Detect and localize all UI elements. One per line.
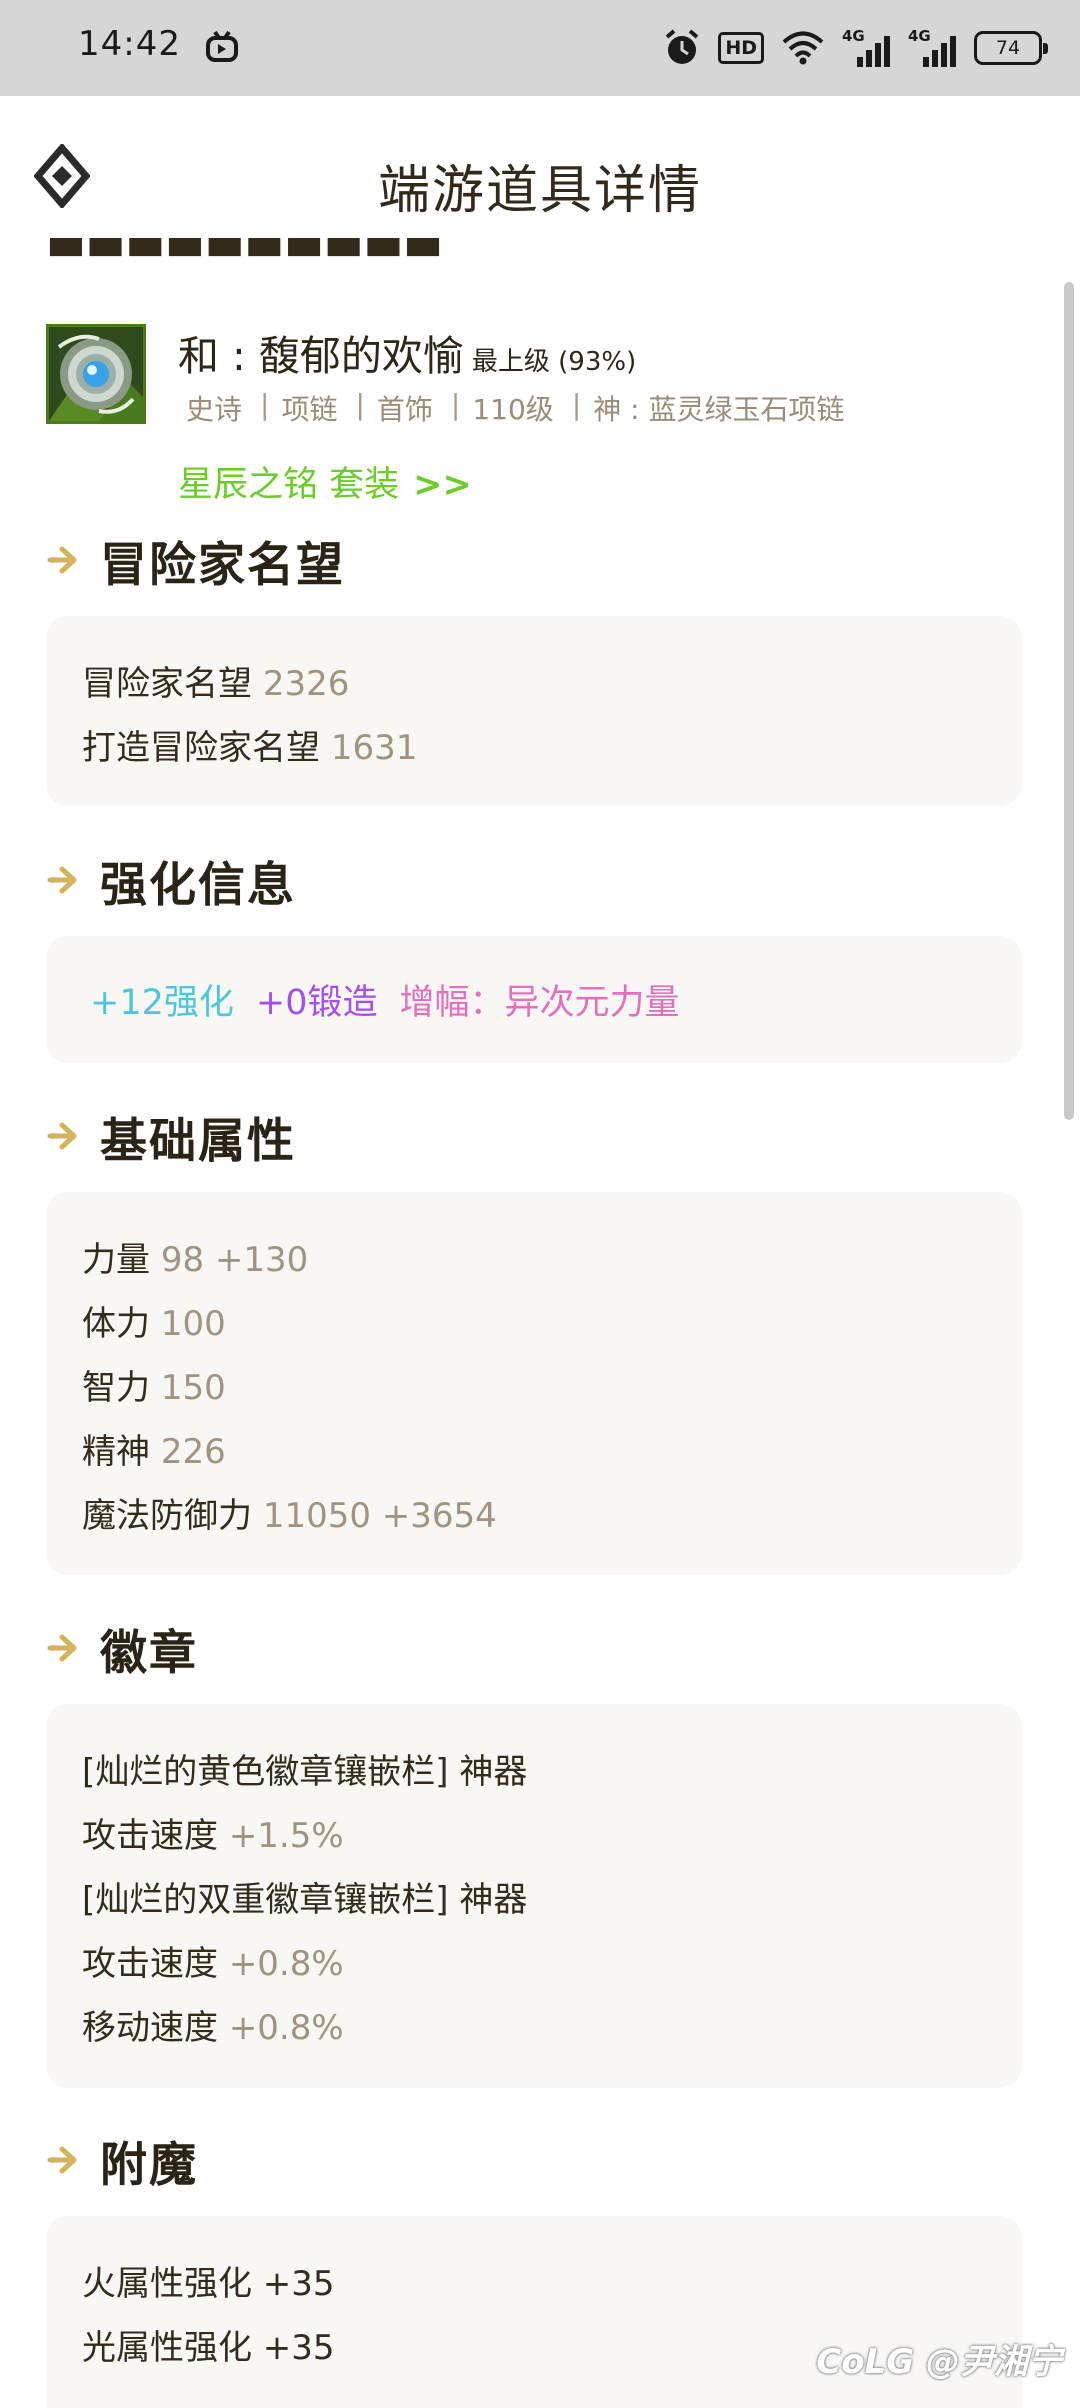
status-bar: 14:42 HD 4G 4G 74 xyxy=(0,0,1080,96)
refine-level: +12强化 xyxy=(90,983,234,1023)
attr-row: 力量 98 +130 xyxy=(82,1240,309,1280)
attr-row: 精神 226 xyxy=(82,1432,226,1472)
emblem-row: 移动速度 +0.8% xyxy=(82,2008,344,2048)
section-arrow-icon xyxy=(47,1122,77,1150)
alarm-icon xyxy=(666,29,699,64)
emblem-row: [灿烂的黄色徽章镶嵌栏] 神器 xyxy=(82,1752,528,1792)
item-name-text: 和 : 馥郁的欢愉 xyxy=(178,332,464,380)
section-arrow-icon xyxy=(47,866,77,894)
emblem-row: [灿烂的双重徽章镶嵌栏] 神器 xyxy=(82,1880,528,1920)
watermark: CoLG @尹湘宁 xyxy=(816,2342,1062,2382)
section-title-fame: 冒险家名望 xyxy=(100,537,345,593)
fame-row: 冒险家名望 2326 xyxy=(82,664,350,704)
attr-row: 智力 150 xyxy=(82,1368,226,1408)
emblem-row: 攻击速度 +1.5% xyxy=(82,1816,344,1856)
item-name: 和 : 馥郁的欢愉 最上级 (93%) xyxy=(178,322,636,382)
tag-category: 首饰 xyxy=(376,393,433,426)
enhance-info: +12强化 +0锻造 增幅：异次元力量 xyxy=(90,974,680,1025)
section-title-enhance: 强化信息 xyxy=(100,857,296,913)
tag-divine: 神 : 蓝灵绿玉石项链 xyxy=(593,393,845,426)
status-time: 14:42 xyxy=(78,24,181,64)
section-header-emblem: 徽章 xyxy=(46,1618,198,1681)
tag-level: 110级 xyxy=(472,393,554,426)
section-title-emblem: 徽章 xyxy=(100,1625,198,1681)
card-base-attr: 力量 98 +130 体力 100 智力 150 精神 226 魔法防御力 11… xyxy=(46,1192,1022,1575)
enchant-row: 火属性强化 +35 xyxy=(82,2264,335,2304)
card-emblem: [灿烂的黄色徽章镶嵌栏] 神器 攻击速度 +1.5% [灿烂的双重徽章镶嵌栏] … xyxy=(46,1704,1022,2088)
section-header-base-attr: 基础属性 xyxy=(46,1106,296,1169)
app-notification-icon xyxy=(206,30,238,62)
item-level: 最上级 (93%) xyxy=(471,347,637,377)
section-arrow-icon xyxy=(47,2146,77,2174)
signal-4g-icon: 4G xyxy=(908,27,956,67)
attr-row: 魔法防御力 11050 +3654 xyxy=(82,1496,497,1536)
tag-rarity: 史诗 xyxy=(186,393,243,426)
cut-off-text: ■■■■■■■■■■ xyxy=(46,238,546,268)
section-arrow-icon xyxy=(47,546,77,574)
fame-row: 打造冒险家名望 1631 xyxy=(82,728,418,768)
wifi-icon xyxy=(782,31,824,65)
card-enhance: +12强化 +0锻造 增幅：异次元力量 xyxy=(46,936,1022,1063)
section-title-base-attr: 基础属性 xyxy=(100,1113,296,1169)
section-arrow-icon xyxy=(47,1634,77,1662)
attr-row: 体力 100 xyxy=(82,1304,226,1344)
section-header-enhance: 强化信息 xyxy=(46,850,296,913)
set-arrow: >> xyxy=(413,465,472,505)
emblem-row: 攻击速度 +0.8% xyxy=(82,1944,344,1984)
battery-level: 74 xyxy=(995,37,1021,59)
enchant-row: 光属性强化 +35 xyxy=(82,2328,335,2368)
section-header-fame: 冒险家名望 xyxy=(46,530,345,593)
tag-type: 项链 xyxy=(281,393,338,426)
section-title-enchant: 附魔 xyxy=(100,2137,198,2193)
forge-level: +0锻造 xyxy=(255,983,378,1023)
hd-icon: HD xyxy=(718,32,764,64)
scrollbar[interactable] xyxy=(1064,282,1074,1120)
signal-4g-icon: 4G xyxy=(842,27,890,67)
jewel-necklace-icon xyxy=(46,324,146,424)
set-label: 星辰之铭 套装 xyxy=(178,465,400,505)
set-link[interactable]: 星辰之铭 套装 >> xyxy=(178,456,472,507)
battery-icon: 74 xyxy=(974,31,1048,65)
item-tags: 史诗 | 项链 | 首饰 | 110级 | 神 : 蓝灵绿玉石项链 xyxy=(186,388,845,426)
card-fame: 冒险家名望 2326 打造冒险家名望 1631 xyxy=(46,616,1022,806)
amplify-type: 增幅：异次元力量 xyxy=(399,983,680,1023)
section-header-enchant: 附魔 xyxy=(46,2130,198,2193)
page-title: 端游道具详情 xyxy=(377,161,702,221)
